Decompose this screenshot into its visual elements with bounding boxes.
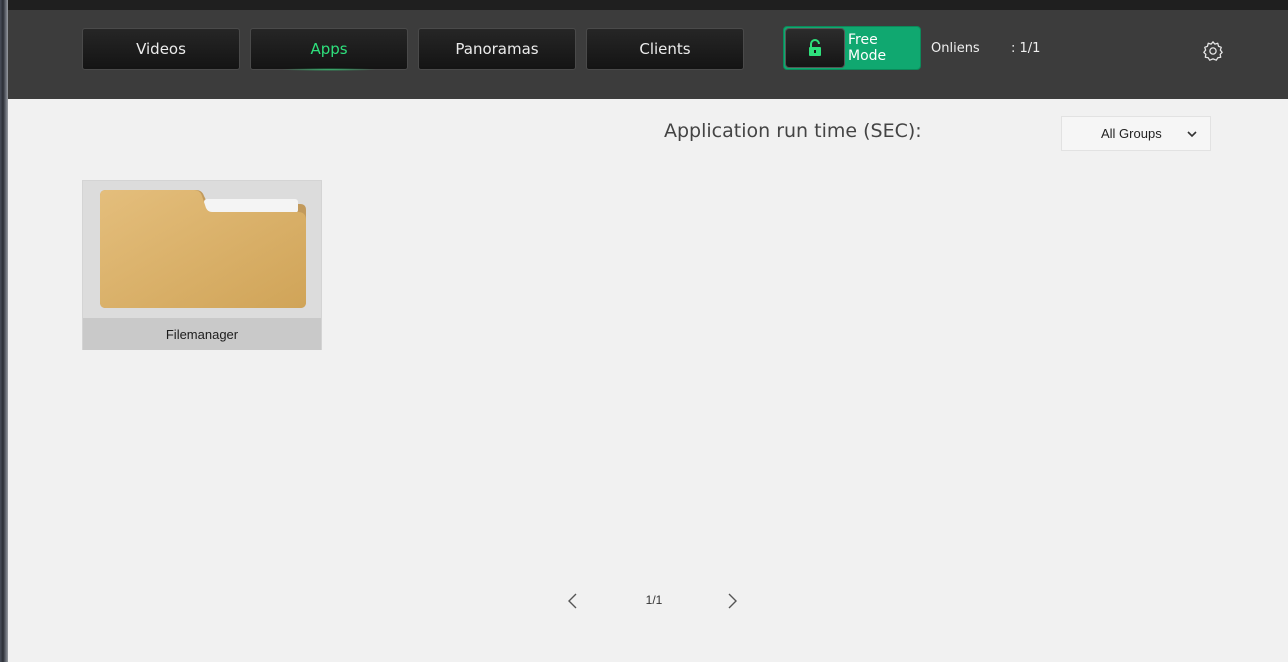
tab-panoramas[interactable]: Panoramas: [418, 28, 576, 70]
gear-icon: [1203, 41, 1223, 61]
tab-clients[interactable]: Clients: [586, 28, 744, 70]
top-toolbar: Videos Apps Panoramas Clients Free Mode …: [8, 10, 1288, 99]
online-count: : 1/1: [1011, 41, 1041, 56]
window-edge: [0, 0, 8, 662]
online-label: Onliens: [931, 41, 980, 56]
lock-button[interactable]: [785, 28, 845, 68]
chevron-right-icon[interactable]: [724, 592, 740, 610]
chevron-down-icon: [1187, 131, 1197, 138]
tab-videos[interactable]: Videos: [82, 28, 240, 70]
tab-apps[interactable]: Apps: [250, 28, 408, 71]
app-label: Filemanager: [83, 318, 321, 350]
app-card-filemanager[interactable]: Filemanager: [82, 180, 322, 350]
group-filter-value: All Groups: [1101, 126, 1162, 141]
free-mode-toggle[interactable]: Free Mode: [783, 26, 921, 70]
unlock-icon: [809, 39, 821, 56]
mode-label: Free Mode: [848, 32, 887, 64]
group-filter-select[interactable]: All Groups: [1061, 116, 1211, 151]
title-strip: [8, 0, 1288, 10]
page-indicator: 1/1: [645, 593, 663, 607]
settings-button[interactable]: [1201, 39, 1225, 63]
chevron-left-icon[interactable]: [565, 592, 581, 610]
folder-icon: [100, 190, 306, 308]
run-time-label: Application run time (SEC):: [664, 120, 922, 142]
